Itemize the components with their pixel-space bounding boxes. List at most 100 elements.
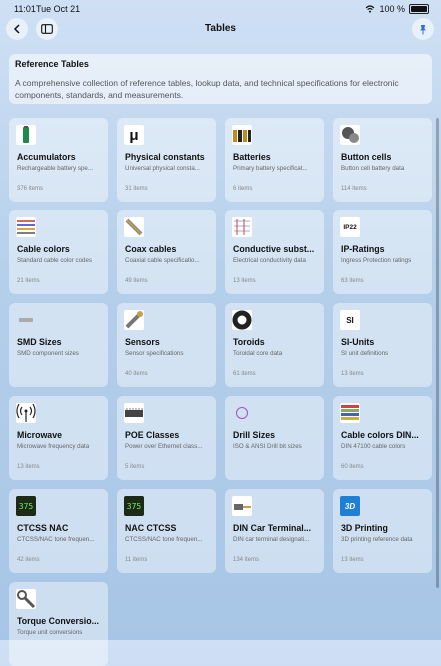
table-card-coax-cables[interactable]: Coax cables Coaxial cable specificatio..… <box>117 210 216 294</box>
card-subtitle: Button cell battery data <box>341 165 405 172</box>
table-card-accumulators[interactable]: Accumulators Rechargeable battery spe...… <box>9 118 108 202</box>
batteries-icon <box>232 125 252 145</box>
table-card-button-cells[interactable]: Button cells Button cell battery data 11… <box>333 118 432 202</box>
card-count: 49 items <box>125 278 148 284</box>
card-title: Physical constants <box>125 152 205 162</box>
table-card-ip-ratings[interactable]: IP22 IP-Ratings Ingress Protection ratin… <box>333 210 432 294</box>
section-heading: Reference Tables <box>15 59 89 69</box>
card-subtitle: Rechargeable battery spe... <box>17 165 94 172</box>
drill-icon <box>232 403 252 423</box>
table-card-torque-conversion[interactable]: Torque Conversio... Torque unit conversi… <box>9 582 108 666</box>
card-title: Drill Sizes <box>233 430 276 440</box>
ctcss-display-icon: 375 <box>16 496 36 516</box>
scrollbar[interactable] <box>436 118 439 588</box>
status-date: Tue Oct 21 <box>36 4 81 14</box>
card-title: CTCSS NAC <box>17 523 69 533</box>
card-title: Button cells <box>341 152 392 162</box>
card-title: Microwave <box>17 430 62 440</box>
table-card-batteries[interactable]: Batteries Primary battery specificat... … <box>225 118 324 202</box>
card-count: 61 items <box>233 371 256 377</box>
card-subtitle: CTCSS/NAC tone frequen... <box>125 536 203 543</box>
card-title: Cable colors <box>17 244 70 254</box>
table-card-drill-sizes[interactable]: Drill Sizes ISO & ANSI Drill bit sizes <box>225 396 324 480</box>
table-card-toroids[interactable]: Toroids Toroidal core data 61 items <box>225 303 324 387</box>
antenna-icon <box>16 403 36 423</box>
accumulator-icon <box>16 125 36 145</box>
pin-button[interactable] <box>412 18 434 40</box>
card-subtitle: Coaxial cable specificatio... <box>125 257 200 264</box>
card-subtitle: ISO & ANSI Drill bit sizes <box>233 443 302 450</box>
card-subtitle: Standard cable color codes <box>17 257 92 264</box>
table-card-cable-colors-din[interactable]: Cable colors DIN... DIN 47100 cable colo… <box>333 396 432 480</box>
card-title: NAC CTCSS <box>125 523 177 533</box>
table-card-physical-constants[interactable]: μ Physical constants Universal physical … <box>117 118 216 202</box>
card-count: 60 items <box>341 464 364 470</box>
card-count: 11 items <box>125 557 148 563</box>
table-card-conductive-substances[interactable]: Conductive subst... Electrical conductiv… <box>225 210 324 294</box>
ip22-icon: IP22 <box>340 217 360 237</box>
page-title: Tables <box>205 23 236 34</box>
card-title: Sensors <box>125 337 160 347</box>
table-card-poe-classes[interactable]: POE Classes Power over Ethernet class...… <box>117 396 216 480</box>
torque-icon <box>16 589 36 609</box>
card-subtitle: SMD component sizes <box>17 350 79 357</box>
3d-icon: 3D <box>340 496 360 516</box>
nac-display-icon: 375 <box>124 496 144 516</box>
card-count: 6 items <box>233 186 253 192</box>
si-icon: SI <box>340 310 360 330</box>
card-count: 5 items <box>125 464 145 470</box>
pin-icon <box>420 24 426 34</box>
card-subtitle: Primary battery specificat... <box>233 165 308 172</box>
sensor-icon <box>124 310 144 330</box>
card-title: Conductive subst... <box>233 244 315 254</box>
card-subtitle: DIN car terminal designati... <box>233 536 310 543</box>
battery-icon <box>409 4 429 14</box>
card-count: 376 items <box>17 186 44 192</box>
card-title: SMD Sizes <box>17 337 62 347</box>
card-count: 63 items <box>341 278 364 284</box>
card-subtitle: Electrical conductivity data <box>233 257 306 264</box>
card-subtitle: SI unit definitions <box>341 350 389 357</box>
card-subtitle: 3D printing reference data <box>341 536 413 543</box>
table-card-sensors[interactable]: Sensors Sensor specifications 40 items <box>117 303 216 387</box>
card-count: 13 items <box>233 278 256 284</box>
card-count: 114 items <box>341 186 367 192</box>
table-card-si-units[interactable]: SI SI-Units SI unit definitions 13 items <box>333 303 432 387</box>
card-subtitle: Universal physical consta... <box>125 165 200 172</box>
table-card-cable-colors[interactable]: Cable colors Standard cable color codes … <box>9 210 108 294</box>
smd-icon <box>16 310 36 330</box>
status-right: 100 % <box>365 4 429 14</box>
table-card-din-car-terminal[interactable]: DIN Car Terminal... DIN car terminal des… <box>225 489 324 573</box>
card-title: POE Classes <box>125 430 180 440</box>
card-title: DIN Car Terminal... <box>233 523 312 533</box>
card-title: IP-Ratings <box>341 244 385 254</box>
coax-icon <box>124 217 144 237</box>
table-card-nac-ctcss[interactable]: 375 NAC CTCSS CTCSS/NAC tone frequen... … <box>117 489 216 573</box>
table-card-smd-sizes[interactable]: SMD Sizes SMD component sizes <box>9 303 108 387</box>
card-title: Accumulators <box>17 152 76 162</box>
card-subtitle: Microwave frequency data <box>17 443 90 450</box>
card-count: 134 items <box>233 557 260 563</box>
button-cell-icon <box>340 125 360 145</box>
card-subtitle: Sensor specifications <box>125 350 184 357</box>
card-title: SI-Units <box>341 337 375 347</box>
card-title: Toroids <box>233 337 265 347</box>
card-subtitle: Power over Ethernet class... <box>125 443 203 450</box>
card-subtitle: Toroidal core data <box>233 350 283 357</box>
mu-icon: μ <box>124 125 144 145</box>
card-title: Cable colors DIN... <box>341 430 419 440</box>
table-card-microwave[interactable]: Microwave Microwave frequency data 13 it… <box>9 396 108 480</box>
card-title: Batteries <box>233 152 271 162</box>
card-title: Coax cables <box>125 244 177 254</box>
card-count: 42 items <box>17 557 40 563</box>
cable-colors-icon <box>16 217 36 237</box>
card-count: 13 items <box>341 371 364 377</box>
card-count: 21 items <box>17 278 40 284</box>
card-count: 13 items <box>341 557 364 563</box>
table-card-ctcss-nac[interactable]: 375 CTCSS NAC CTCSS/NAC tone frequen... … <box>9 489 108 573</box>
wifi-icon <box>366 5 375 13</box>
reference-tables-header-card: Reference Tables A comprehensive collect… <box>9 54 432 104</box>
table-card-3d-printing[interactable]: 3D 3D Printing 3D printing reference dat… <box>333 489 432 573</box>
status-bar: 11:01 Tue Oct 21 100 % <box>0 0 441 18</box>
card-count: 13 items <box>17 464 40 470</box>
